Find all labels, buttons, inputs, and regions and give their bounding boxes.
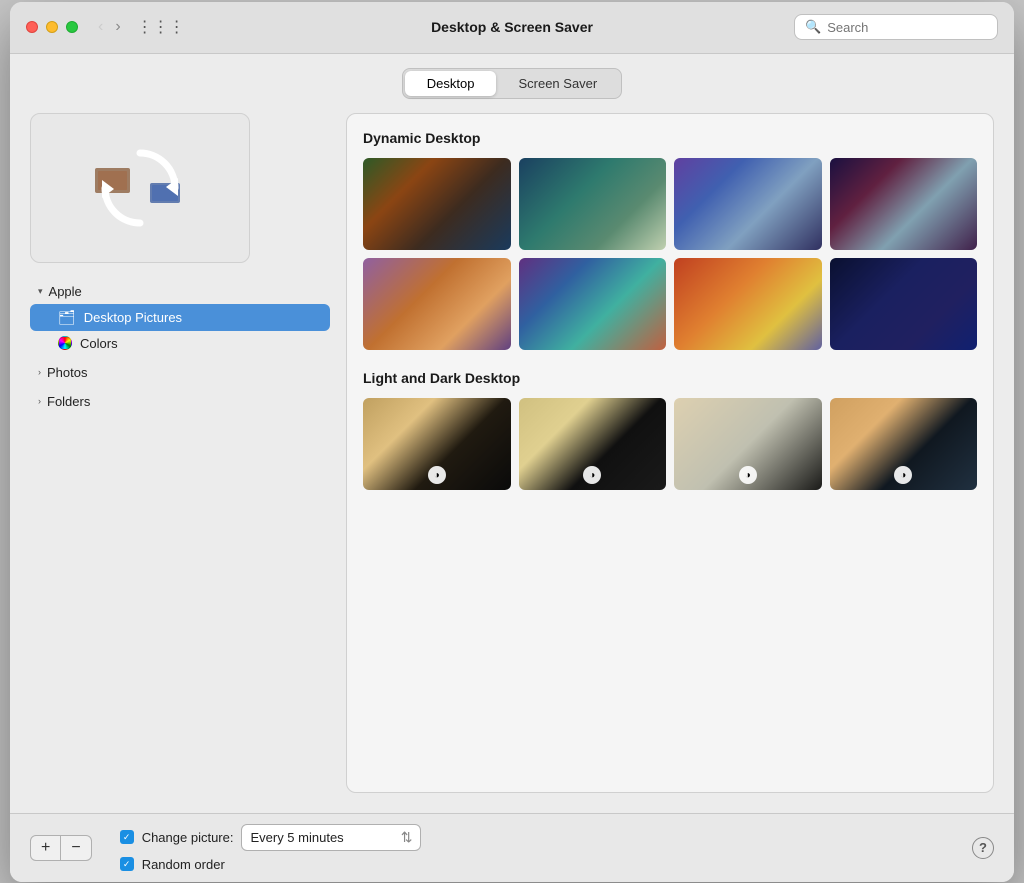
content-area: ▾ Apple 🗂 Desktop Pictures Colors: [10, 113, 1014, 813]
tab-bar: Desktop Screen Saver: [10, 54, 1014, 113]
add-remove-buttons: + −: [30, 835, 92, 861]
chevron-right-icon-2: ›: [38, 396, 41, 406]
minimize-button[interactable]: [46, 21, 58, 33]
wallpaper-thumb-w7[interactable]: [674, 258, 822, 350]
preview-box: [30, 113, 250, 263]
bottom-bar: + − ✓ Change picture: Every 5 minutes ⇅ …: [10, 813, 1014, 882]
light-dark-icon: ◑: [428, 466, 446, 484]
close-button[interactable]: [26, 21, 38, 33]
dropdown-arrows-icon: ⇅: [401, 829, 413, 846]
section-title-lightdark: Light and Dark Desktop: [363, 370, 977, 386]
traffic-lights: [26, 21, 78, 33]
wallpaper-thumb-w8[interactable]: [830, 258, 978, 350]
forward-button[interactable]: ›: [111, 16, 124, 38]
rotation-icon: [90, 138, 190, 238]
chevron-right-icon: ›: [38, 367, 41, 377]
sidebar-item-desktop-pictures-label: Desktop Pictures: [84, 310, 182, 325]
window-title: Desktop & Screen Saver: [431, 19, 593, 35]
preview-panel: ▾ Apple 🗂 Desktop Pictures Colors: [30, 113, 330, 793]
wallpaper-thumb-w10[interactable]: ◑: [519, 398, 667, 490]
sidebar-group-folders[interactable]: › Folders: [30, 389, 330, 414]
sidebar-section-folders: › Folders: [30, 389, 330, 414]
wallpaper-thumb-w9[interactable]: ◑: [363, 398, 511, 490]
wallpaper-thumb-w3[interactable]: [674, 158, 822, 250]
sidebar-group-photos[interactable]: › Photos: [30, 360, 330, 385]
sidebar-group-apple-label: Apple: [49, 284, 82, 299]
wallpaper-panel: Dynamic Desktop Light and Dark Desktop ◑: [346, 113, 994, 793]
light-dark-icon-3: ◑: [739, 466, 757, 484]
back-button[interactable]: ‹: [94, 16, 107, 38]
tab-desktop[interactable]: Desktop: [405, 71, 497, 96]
remove-button[interactable]: −: [61, 836, 90, 860]
sidebar-group-folders-label: Folders: [47, 394, 90, 409]
change-picture-label: Change picture:: [142, 830, 234, 845]
random-order-label: Random order: [142, 857, 225, 872]
tab-screensaver[interactable]: Screen Saver: [496, 71, 619, 96]
sidebar-item-colors-label: Colors: [80, 336, 118, 351]
search-input[interactable]: [827, 20, 987, 35]
grid-icon[interactable]: ⋮⋮⋮: [137, 17, 185, 37]
help-button[interactable]: ?: [972, 837, 994, 859]
folder-icon: 🗂: [58, 309, 76, 326]
sidebar-group-apple[interactable]: ▾ Apple: [30, 279, 330, 304]
sidebar-group-photos-label: Photos: [47, 365, 87, 380]
wallpaper-thumb-w12[interactable]: ◑: [830, 398, 978, 490]
section-title-dynamic: Dynamic Desktop: [363, 130, 977, 146]
interval-value: Every 5 minutes: [250, 830, 394, 845]
wallpaper-thumb-w11[interactable]: ◑: [674, 398, 822, 490]
interval-dropdown[interactable]: Every 5 minutes ⇅: [241, 824, 421, 851]
sidebar-item-desktop-pictures[interactable]: 🗂 Desktop Pictures: [30, 304, 330, 331]
light-dark-icon-2: ◑: [583, 466, 601, 484]
add-button[interactable]: +: [31, 836, 61, 860]
light-dark-icon-4: ◑: [894, 466, 912, 484]
wallpaper-thumb-w5[interactable]: [363, 258, 511, 350]
tab-group: Desktop Screen Saver: [402, 68, 622, 99]
random-order-checkbox[interactable]: ✓: [120, 857, 134, 871]
wallpaper-thumb-w1[interactable]: [363, 158, 511, 250]
change-picture-row: ✓ Change picture: Every 5 minutes ⇅: [120, 824, 422, 851]
sidebar-section-photos: › Photos: [30, 360, 330, 385]
main-window: ‹ › ⋮⋮⋮ Desktop & Screen Saver 🔍 Desktop…: [10, 2, 1014, 882]
wallpaper-thumb-w6[interactable]: [519, 258, 667, 350]
color-swatch-icon: [58, 336, 72, 350]
titlebar: ‹ › ⋮⋮⋮ Desktop & Screen Saver 🔍: [10, 2, 1014, 54]
sidebar-item-colors[interactable]: Colors: [30, 331, 330, 356]
change-picture-checkbox[interactable]: ✓: [120, 830, 134, 844]
bottom-options: ✓ Change picture: Every 5 minutes ⇅ ✓ Ra…: [120, 824, 422, 872]
sidebar-section-apple: ▾ Apple 🗂 Desktop Pictures Colors: [30, 279, 330, 356]
fullscreen-button[interactable]: [66, 21, 78, 33]
wallpaper-grid-dynamic: [363, 158, 977, 350]
random-order-row: ✓ Random order: [120, 857, 422, 872]
nav-arrows: ‹ ›: [94, 16, 125, 38]
chevron-down-icon: ▾: [38, 286, 43, 297]
wallpaper-grid-lightdark: ◑ ◑ ◑ ◑: [363, 398, 977, 490]
wallpaper-thumb-w4[interactable]: [830, 158, 978, 250]
wallpaper-thumb-w2[interactable]: [519, 158, 667, 250]
search-box: 🔍: [794, 14, 998, 40]
search-icon: 🔍: [805, 19, 821, 35]
sidebar: ▾ Apple 🗂 Desktop Pictures Colors: [30, 279, 330, 418]
